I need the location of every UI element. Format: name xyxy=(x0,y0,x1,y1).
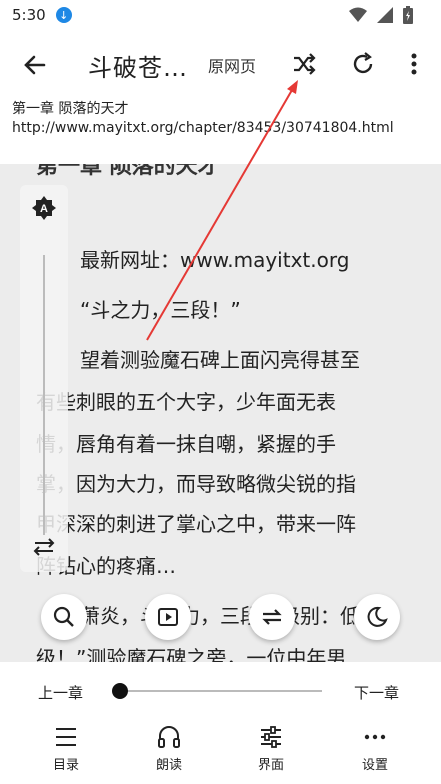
refresh-icon[interactable] xyxy=(349,50,377,78)
battery-icon xyxy=(403,6,413,24)
status-time: 5:30 xyxy=(12,6,46,24)
nav-label: 界面 xyxy=(257,758,284,773)
search-button[interactable] xyxy=(41,594,87,640)
play-box-icon xyxy=(158,608,178,626)
search-icon xyxy=(53,606,74,627)
text-line: 最新网址：www.mayitxt.org xyxy=(80,248,350,272)
shuffle-icon[interactable] xyxy=(290,50,318,78)
chapter-heading: 第一章 陨落的天才 xyxy=(36,164,220,179)
sliders-icon xyxy=(261,726,281,748)
swap-horizontal-icon[interactable] xyxy=(33,537,55,557)
prev-chapter-button[interactable]: 上一章 xyxy=(38,682,83,703)
nav-label: 设置 xyxy=(361,758,388,773)
chapter-url-info: 第一章 陨落的天才 http://www.mayitxt.org/chapter… xyxy=(0,98,441,164)
bottom-bar: 上一章 下一章 目录 朗读 界面 设置 xyxy=(0,662,441,784)
nav-settings[interactable]: 设置 xyxy=(345,724,405,773)
status-bar: 5:30 ↓ xyxy=(0,0,441,30)
brightness-slider[interactable] xyxy=(43,255,45,535)
text-line: 情，唇角有着一抹自嘲，紧握的手 xyxy=(36,432,336,456)
signal-icon xyxy=(377,7,393,23)
back-arrow-icon[interactable] xyxy=(20,50,50,80)
nav-catalog[interactable]: 目录 xyxy=(36,724,96,773)
moon-icon xyxy=(367,606,388,627)
more-vert-icon[interactable] xyxy=(400,50,428,78)
nav-read-aloud[interactable]: 朗读 xyxy=(139,724,199,773)
nav-label: 朗读 xyxy=(155,758,182,773)
chapter-progress-knob[interactable] xyxy=(112,683,128,699)
text-line: 甲深深的刺进了掌心之中，带来一阵 xyxy=(36,512,356,536)
text-line: 望着测验魔石碑上面闪亮得甚至 xyxy=(80,348,360,372)
original-page-button[interactable]: 原网页 xyxy=(208,53,256,77)
chapter-progress-track[interactable] xyxy=(120,690,322,692)
text-line: 萧炎，斗之力，三段！级别：低 xyxy=(80,604,360,628)
svg-text:A: A xyxy=(40,203,48,215)
auto-page-button[interactable] xyxy=(145,594,191,640)
headphones-icon xyxy=(158,726,180,748)
text-line: 级！”测验魔石碑之旁，一位中年男 xyxy=(36,646,347,662)
wifi-icon xyxy=(349,7,367,22)
replace-button[interactable] xyxy=(249,594,295,640)
download-icon: ↓ xyxy=(55,7,72,23)
nav-label: 目录 xyxy=(52,758,79,773)
nav-interface[interactable]: 界面 xyxy=(241,724,301,773)
swap-icon xyxy=(262,609,282,625)
chapter-url[interactable]: http://www.mayitxt.org/chapter/83453/307… xyxy=(12,119,402,138)
list-icon xyxy=(56,728,76,746)
next-chapter-button[interactable]: 下一章 xyxy=(354,682,399,703)
auto-brightness-icon[interactable]: A xyxy=(31,195,57,221)
brightness-panel: A xyxy=(20,185,68,572)
night-mode-button[interactable] xyxy=(354,594,400,640)
text-line: 有些刺眼的五个大字，少年面无表 xyxy=(36,390,336,414)
text-line: “斗之力，三段！” xyxy=(80,298,241,322)
top-toolbar: 斗破苍… 原网页 xyxy=(0,30,441,98)
text-line: 掌，因为大力，而导致略微尖锐的指 xyxy=(36,472,356,496)
more-icon xyxy=(364,734,386,740)
chapter-name: 第一章 陨落的天才 xyxy=(12,101,129,117)
book-title: 斗破苍… xyxy=(88,54,188,82)
